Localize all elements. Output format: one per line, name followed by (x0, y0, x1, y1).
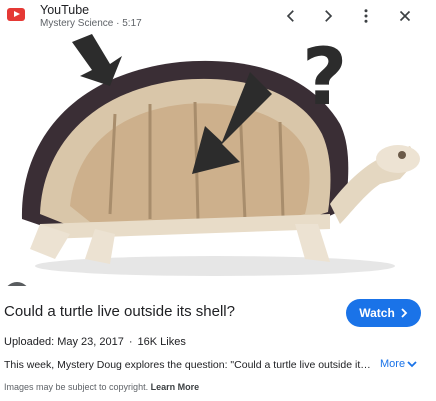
source-channel-duration: Mystery Science · 5:17 (40, 18, 142, 29)
chevron-right-icon (325, 10, 333, 22)
like-count: 16K Likes (137, 336, 186, 348)
more-button[interactable]: More (380, 358, 417, 370)
youtube-logo-icon (7, 8, 25, 21)
chevron-down-icon (407, 361, 417, 368)
separator: · (128, 336, 133, 348)
next-button[interactable] (316, 4, 340, 28)
watch-button[interactable]: Watch (346, 299, 421, 327)
more-options-button[interactable] (354, 4, 378, 28)
previous-button[interactable] (279, 4, 303, 28)
more-label: More (380, 358, 406, 370)
video-thumbnail[interactable]: ? (0, 34, 436, 286)
copyright-notice: Images may be subject to copyright. Lear… (4, 382, 199, 392)
chevron-left-icon (286, 10, 294, 22)
source-name[interactable]: YouTube (40, 3, 89, 17)
watch-label: Watch (359, 306, 395, 320)
learn-more-link[interactable]: Learn More (151, 382, 200, 392)
upload-date: Uploaded: May 23, 2017 (4, 336, 124, 348)
result-title[interactable]: Could a turtle live outside its shell? (4, 303, 235, 320)
upload-meta: Uploaded: May 23, 2017 · 16K Likes (4, 336, 186, 348)
close-button[interactable] (393, 4, 417, 28)
close-icon (399, 10, 411, 22)
preview-header: YouTube Mystery Science · 5:17 (0, 0, 436, 34)
more-vert-icon (364, 9, 368, 23)
video-description: This week, Mystery Doug explores the que… (4, 359, 372, 371)
turtle-skeleton-image: ? (21, 34, 420, 276)
chevron-right-icon (401, 308, 408, 318)
svg-text:?: ? (302, 34, 347, 123)
copyright-text: Images may be subject to copyright. (4, 382, 149, 392)
